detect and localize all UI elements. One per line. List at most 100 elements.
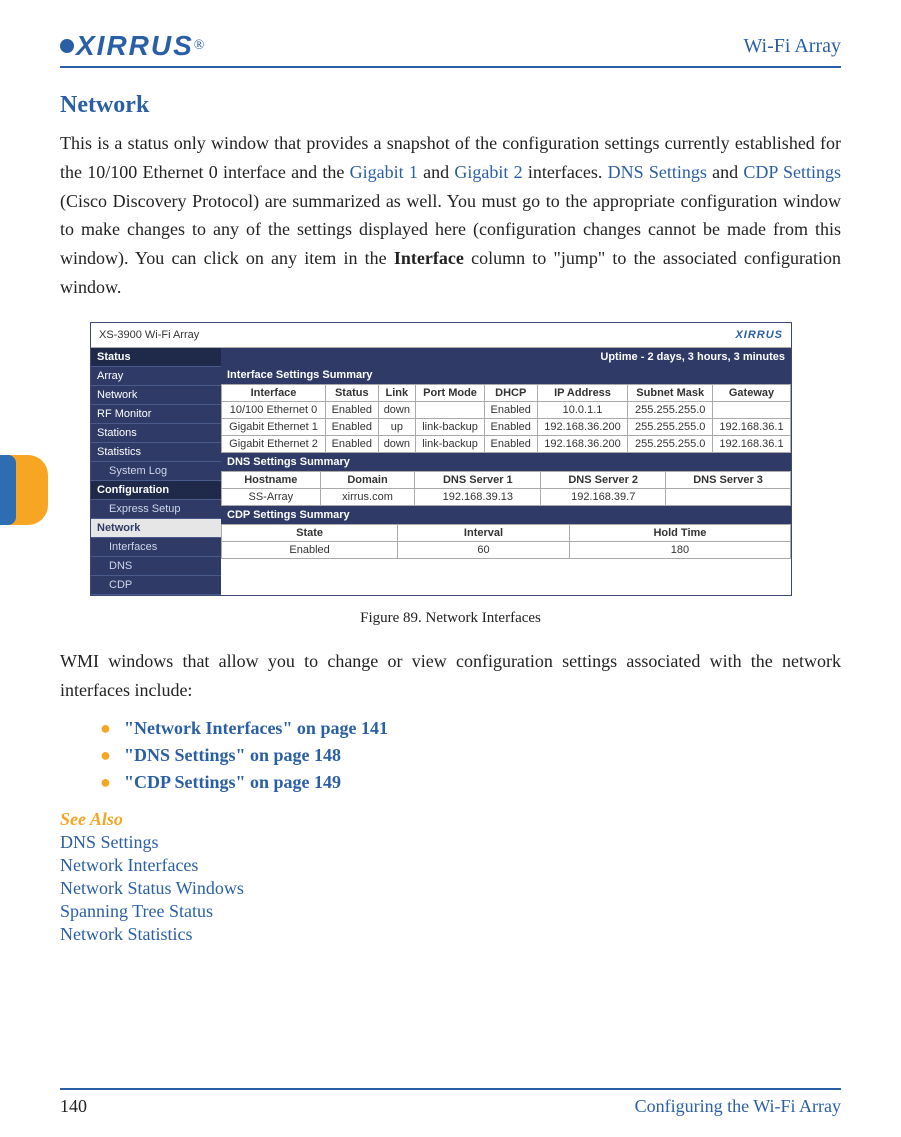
td: 192.168.39.13 — [415, 488, 541, 505]
list-item: "DNS Settings" on page 148 — [100, 745, 841, 766]
th: Domain — [320, 471, 415, 488]
td[interactable]: Gigabit Ethernet 1 — [222, 418, 326, 435]
th: IP Address — [537, 384, 628, 401]
td: xirrus.com — [320, 488, 415, 505]
see-also-link[interactable]: Network Status Windows — [60, 878, 841, 899]
figure-screenshot: XS-3900 Wi-Fi Array XIRRUS Status Array … — [90, 322, 792, 596]
link-cdp-settings[interactable]: CDP Settings — [743, 162, 841, 182]
sidebar-config-label: Configuration — [91, 481, 221, 500]
td — [712, 401, 790, 418]
page-header: XIRRUS ® Wi-Fi Array — [60, 30, 841, 68]
td[interactable]: 10/100 Ethernet 0 — [222, 401, 326, 418]
td[interactable]: Gigabit Ethernet 2 — [222, 435, 326, 452]
th: Hold Time — [569, 524, 790, 541]
link-cdp-settings-page[interactable]: "CDP Settings" on page 149 — [124, 772, 341, 792]
cdp-summary-title: CDP Settings Summary — [227, 509, 350, 521]
sidebar-item[interactable]: Express Setup — [91, 500, 221, 519]
page-number: 140 — [60, 1096, 87, 1117]
footer-text: Configuring the Wi-Fi Array — [635, 1096, 841, 1117]
logo-text: XIRRUS — [76, 30, 194, 62]
link-network-interfaces[interactable]: "Network Interfaces" on page 141 — [124, 718, 388, 738]
th: State — [222, 524, 398, 541]
sidebar-subitem[interactable]: DNS — [91, 557, 221, 576]
text: and — [418, 162, 455, 182]
td: 255.255.255.0 — [628, 401, 712, 418]
list-item: "Network Interfaces" on page 141 — [100, 718, 841, 739]
logo: XIRRUS ® — [60, 30, 204, 62]
td: 180 — [569, 541, 790, 558]
sidebar-item[interactable]: Stations — [91, 424, 221, 443]
table-row: Enabled 60 180 — [222, 541, 791, 558]
td: Enabled — [325, 401, 378, 418]
figure-sidebar: Status Array Network RF Monitor Stations… — [91, 348, 221, 595]
th: Interface — [222, 384, 326, 401]
see-also-links: DNS Settings Network Interfaces Network … — [60, 832, 841, 945]
see-also-link[interactable]: Spanning Tree Status — [60, 901, 841, 922]
cdp-table: State Interval Hold Time Enabled 60 180 — [221, 524, 791, 559]
th: Interval — [398, 524, 570, 541]
link-list: "Network Interfaces" on page 141 "DNS Se… — [60, 718, 841, 793]
th: Status — [325, 384, 378, 401]
dns-table: Hostname Domain DNS Server 1 DNS Server … — [221, 471, 791, 506]
paragraph-2: WMI windows that allow you to change or … — [60, 647, 841, 705]
td: SS-Array — [222, 488, 321, 505]
td: 255.255.255.0 — [628, 418, 712, 435]
intro-paragraph: This is a status only window that provid… — [60, 129, 841, 302]
td: Enabled — [222, 541, 398, 558]
td: Enabled — [325, 435, 378, 452]
td: Enabled — [484, 401, 537, 418]
td: 10.0.1.1 — [537, 401, 628, 418]
th: Link — [378, 384, 416, 401]
link-gigabit1[interactable]: Gigabit 1 — [350, 162, 418, 182]
th: Hostname — [222, 471, 321, 488]
td: 192.168.39.7 — [541, 488, 666, 505]
text: interfaces. — [523, 162, 608, 182]
logo-dot-icon — [60, 39, 74, 53]
text: and — [707, 162, 744, 182]
doc-title: Wi-Fi Array — [743, 35, 841, 58]
td: down — [378, 435, 416, 452]
td: link-backup — [416, 418, 485, 435]
td: Enabled — [325, 418, 378, 435]
registered-icon: ® — [194, 38, 205, 54]
td: 192.168.36.200 — [537, 435, 628, 452]
table-row: Gigabit Ethernet 1 Enabled up link-backu… — [222, 418, 791, 435]
see-also-link[interactable]: Network Statistics — [60, 924, 841, 945]
sidebar-item[interactable]: Array — [91, 367, 221, 386]
sidebar-subitem[interactable]: CDP — [91, 576, 221, 595]
sidebar-status-label: Status — [91, 348, 221, 367]
th: Gateway — [712, 384, 790, 401]
figure-logo: XIRRUS — [735, 329, 783, 341]
see-also-link[interactable]: DNS Settings — [60, 832, 841, 853]
sidebar-item[interactable]: Statistics — [91, 443, 221, 462]
interface-table: Interface Status Link Port Mode DHCP IP … — [221, 384, 791, 453]
link-gigabit2[interactable]: Gigabit 2 — [454, 162, 522, 182]
td: up — [378, 418, 416, 435]
link-dns-settings-page[interactable]: "DNS Settings" on page 148 — [124, 745, 341, 765]
interface-bold: Interface — [394, 248, 464, 268]
th: DHCP — [484, 384, 537, 401]
td: 192.168.36.200 — [537, 418, 628, 435]
sidebar-item[interactable]: RF Monitor — [91, 405, 221, 424]
th: Port Mode — [416, 384, 485, 401]
sidebar-item[interactable]: System Log — [91, 462, 221, 481]
uptime-text: Uptime - 2 days, 3 hours, 3 minutes — [600, 351, 785, 363]
sidebar-subitem[interactable]: Interfaces — [91, 538, 221, 557]
td: 60 — [398, 541, 570, 558]
figure-caption: Figure 89. Network Interfaces — [60, 610, 841, 627]
sidebar-item-network[interactable]: Network — [91, 519, 221, 538]
link-dns-settings[interactable]: DNS Settings — [608, 162, 707, 182]
td: Enabled — [484, 435, 537, 452]
table-row: SS-Array xirrus.com 192.168.39.13 192.16… — [222, 488, 791, 505]
td: 192.168.36.1 — [712, 418, 790, 435]
sidebar-item[interactable]: Network — [91, 386, 221, 405]
td: link-backup — [416, 435, 485, 452]
page-tab-marker — [0, 455, 48, 525]
th: DNS Server 3 — [666, 471, 791, 488]
td: 192.168.36.1 — [712, 435, 790, 452]
see-also-link[interactable]: Network Interfaces — [60, 855, 841, 876]
td: down — [378, 401, 416, 418]
th: DNS Server 1 — [415, 471, 541, 488]
td: 255.255.255.0 — [628, 435, 712, 452]
table-row: Gigabit Ethernet 2 Enabled down link-bac… — [222, 435, 791, 452]
